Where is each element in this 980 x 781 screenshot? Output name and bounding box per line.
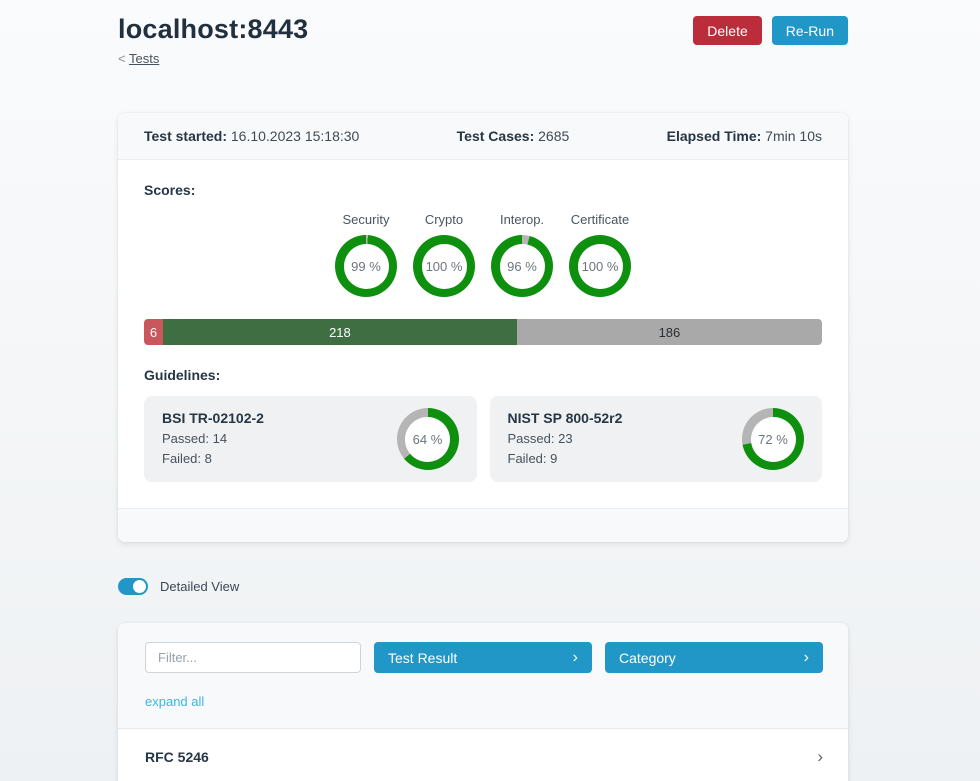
chevron-right-icon: ›: [817, 748, 823, 765]
bar-segment-other: 186: [517, 319, 822, 345]
test-started-value: 16.10.2023 15:18:30: [231, 128, 359, 144]
donut-chart-crypto: 100 %: [413, 235, 475, 297]
test-result-dropdown[interactable]: Test Result ›: [374, 642, 592, 673]
score-donuts: Security 99 % Crypto 100 % Interop. 96 %: [144, 212, 822, 297]
action-buttons: Delete Re-Run: [693, 16, 848, 45]
rfc-list: RFC 5246 › RFC 6066 ›: [118, 729, 848, 781]
donut-chart-bsi: 64 %: [397, 408, 459, 470]
category-dropdown-label: Category: [619, 650, 676, 666]
guideline-cards: BSI TR-02102-2 Passed: 14 Failed: 8 64 %: [144, 396, 822, 482]
bar-segment-passed: 218: [163, 319, 517, 345]
category-dropdown[interactable]: Category ›: [605, 642, 823, 673]
donut-chart-nist: 72 %: [742, 408, 804, 470]
donut-label: Security: [343, 212, 390, 227]
donut-label: Interop.: [500, 212, 544, 227]
donut-value: 100 %: [422, 244, 467, 289]
passed-label: Passed:: [508, 431, 555, 446]
guideline-failed: Failed: 8: [162, 449, 264, 469]
guideline-title: BSI TR-02102-2: [162, 410, 264, 426]
result-bar: 6 218 186: [144, 319, 822, 345]
score-donut-crypto: Crypto 100 %: [405, 212, 483, 297]
failed-value: 8: [205, 451, 212, 466]
guideline-passed: Passed: 14: [162, 429, 264, 449]
donut-value: 100 %: [578, 244, 623, 289]
chevron-right-icon: ›: [573, 650, 578, 666]
expand-all-link[interactable]: expand all: [145, 694, 204, 709]
score-donut-interop: Interop. 96 %: [483, 212, 561, 297]
donut-value: 72 %: [751, 417, 796, 462]
guideline-text: BSI TR-02102-2 Passed: 14 Failed: 8: [162, 410, 264, 468]
guidelines-heading: Guidelines:: [144, 367, 822, 383]
summary-card: Test started: 16.10.2023 15:18:30 Test C…: [118, 113, 848, 542]
guideline-failed: Failed: 9: [508, 449, 623, 469]
failed-label: Failed:: [508, 451, 547, 466]
rfc-row-label: RFC 5246: [145, 749, 209, 765]
score-donut-certificate: Certificate 100 %: [561, 212, 639, 297]
guideline-passed: Passed: 23: [508, 429, 623, 449]
donut-chart-certificate: 100 %: [569, 235, 631, 297]
failed-label: Failed:: [162, 451, 201, 466]
detailed-view-label: Detailed View: [160, 579, 239, 594]
test-cases-value: 2685: [538, 128, 569, 144]
guideline-text: NIST SP 800-52r2 Passed: 23 Failed: 9: [508, 410, 623, 468]
filter-row: Test Result › Category ›: [145, 642, 823, 673]
breadcrumb-tests-link[interactable]: Tests: [129, 51, 159, 66]
breadcrumb-back-icon: <: [118, 51, 126, 66]
test-cases-stat: Test Cases: 2685: [457, 128, 570, 144]
elapsed-time-value: 7min 10s: [765, 128, 822, 144]
delete-button[interactable]: Delete: [693, 16, 761, 45]
donut-chart-security: 99 %: [335, 235, 397, 297]
elapsed-time-label: Elapsed Time:: [667, 128, 762, 144]
donut-value: 64 %: [405, 417, 450, 462]
test-cases-label: Test Cases:: [457, 128, 535, 144]
test-started-label: Test started:: [144, 128, 227, 144]
donut-chart-interop: 96 %: [491, 235, 553, 297]
filter-input[interactable]: [145, 642, 361, 673]
title-block: localhost:8443 < Tests: [118, 14, 308, 66]
toggle-knob: [133, 580, 146, 593]
detailed-view-row: Detailed View: [118, 578, 848, 595]
filter-section: Test Result › Category › expand all: [118, 623, 848, 729]
passed-value: 23: [558, 431, 572, 446]
guideline-card-nist: NIST SP 800-52r2 Passed: 23 Failed: 9 72…: [490, 396, 823, 482]
rfc-row-5246[interactable]: RFC 5246 ›: [118, 729, 848, 781]
score-donut-security: Security 99 %: [327, 212, 405, 297]
test-started-stat: Test started: 16.10.2023 15:18:30: [144, 128, 359, 144]
donut-label: Certificate: [571, 212, 630, 227]
passed-value: 14: [213, 431, 227, 446]
detailed-view-toggle[interactable]: [118, 578, 148, 595]
passed-label: Passed:: [162, 431, 209, 446]
summary-body: Scores: Security 99 % Crypto 100 % Inter…: [118, 160, 848, 508]
detail-card: Test Result › Category › expand all RFC …: [118, 623, 848, 781]
page: localhost:8443 < Tests Delete Re-Run Tes…: [118, 0, 848, 781]
guideline-title: NIST SP 800-52r2: [508, 410, 623, 426]
page-title: localhost:8443: [118, 14, 308, 45]
breadcrumb: < Tests: [118, 51, 308, 66]
elapsed-time-stat: Elapsed Time: 7min 10s: [667, 128, 822, 144]
donut-label: Crypto: [425, 212, 463, 227]
summary-header: Test started: 16.10.2023 15:18:30 Test C…: [118, 113, 848, 160]
guideline-card-bsi: BSI TR-02102-2 Passed: 14 Failed: 8 64 %: [144, 396, 477, 482]
scores-heading: Scores:: [144, 182, 822, 198]
chevron-right-icon: ›: [804, 650, 809, 666]
failed-value: 9: [550, 451, 557, 466]
donut-value: 99 %: [344, 244, 389, 289]
rerun-button[interactable]: Re-Run: [772, 16, 848, 45]
bar-segment-failed: 6: [144, 319, 163, 345]
donut-value: 96 %: [500, 244, 545, 289]
topbar: localhost:8443 < Tests Delete Re-Run: [118, 14, 848, 66]
summary-footer: [118, 508, 848, 542]
test-result-dropdown-label: Test Result: [388, 650, 457, 666]
